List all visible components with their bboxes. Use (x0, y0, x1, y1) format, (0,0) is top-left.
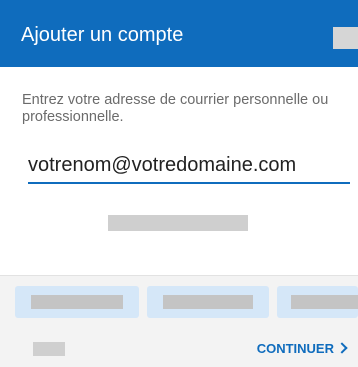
footer-left-button[interactable] (33, 342, 65, 356)
app-header: Ajouter un compte (0, 0, 358, 67)
footer-bar: CONTINUER (0, 330, 358, 367)
suggestion-chip-label (31, 295, 123, 309)
page-title: Ajouter un compte (21, 24, 184, 46)
header-action-button[interactable] (333, 27, 358, 49)
secondary-link[interactable] (108, 215, 248, 231)
continue-button[interactable]: CONTINUER (256, 339, 348, 359)
add-account-screen: Ajouter un compte Entrez votre adresse d… (0, 0, 358, 367)
suggestion-chip[interactable] (277, 286, 358, 318)
suggestion-chip-label (163, 295, 253, 309)
account-suggestions-bar (0, 275, 358, 331)
suggestion-chip[interactable] (15, 286, 139, 318)
email-field[interactable] (28, 148, 350, 184)
suggestion-chip[interactable] (147, 286, 269, 318)
chevron-right-icon (336, 342, 348, 354)
email-prompt: Entrez votre adresse de courrier personn… (22, 92, 329, 125)
suggestion-chip-label (291, 295, 358, 309)
continue-button-label: CONTINUER (256, 341, 334, 356)
